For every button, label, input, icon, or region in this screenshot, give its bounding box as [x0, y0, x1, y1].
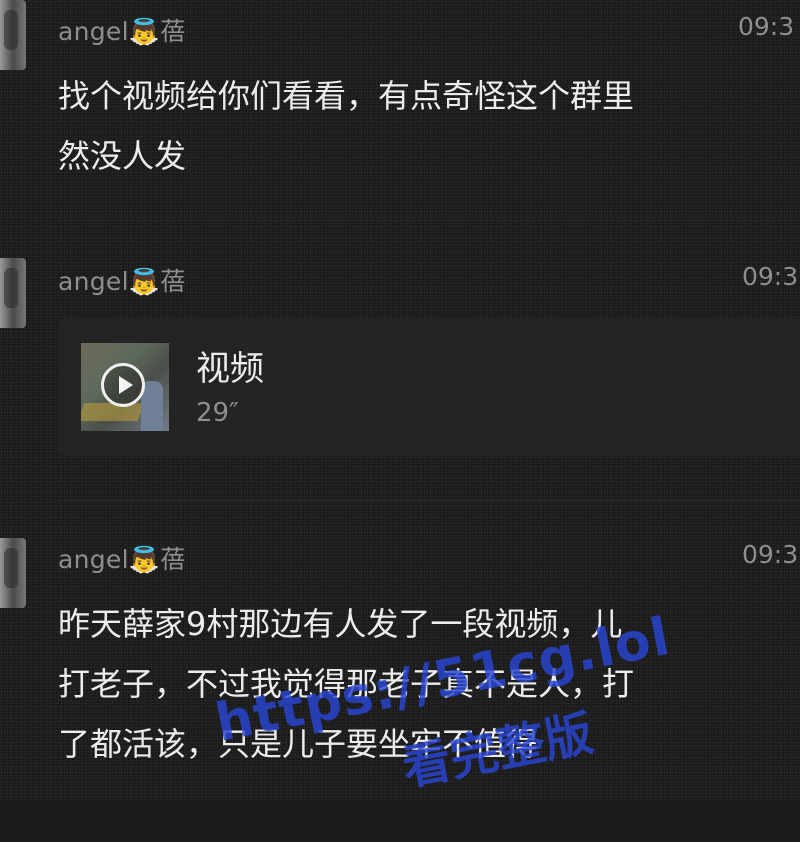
avatar[interactable] — [0, 0, 26, 70]
message-text-line: 昨天薛家9村那边有人发了一段视频，儿 — [58, 605, 623, 643]
sender-name[interactable]: angel👼蓓 — [58, 262, 186, 298]
message-text-line: 了都活该，只是儿子要坐牢不值得 — [58, 725, 539, 763]
message-text-line: 打老子，不过我觉得那老子真不是人，打 — [58, 665, 635, 703]
play-icon[interactable] — [101, 363, 145, 407]
video-message-card[interactable]: 视频 29″ — [58, 318, 800, 456]
message-text-line: 然没人发 — [58, 137, 187, 175]
divider — [58, 220, 800, 221]
sender-name[interactable]: angel👼蓓 — [58, 540, 186, 576]
message-text-line: 找个视频给你们看看，有点奇怪这个群里 — [58, 77, 635, 115]
message-time: 09:3 — [742, 262, 799, 291]
message-time: 09:3 — [742, 540, 799, 569]
sender-name[interactable]: angel👼蓓 — [58, 12, 186, 48]
video-title: 视频 — [196, 349, 264, 389]
divider — [58, 500, 800, 501]
avatar[interactable] — [0, 538, 26, 608]
thumbnail-road — [81, 403, 145, 421]
message-time: 09:3 — [738, 12, 795, 41]
avatar[interactable] — [0, 258, 26, 328]
video-duration: 29″ — [196, 398, 239, 428]
video-thumbnail[interactable] — [81, 343, 169, 431]
